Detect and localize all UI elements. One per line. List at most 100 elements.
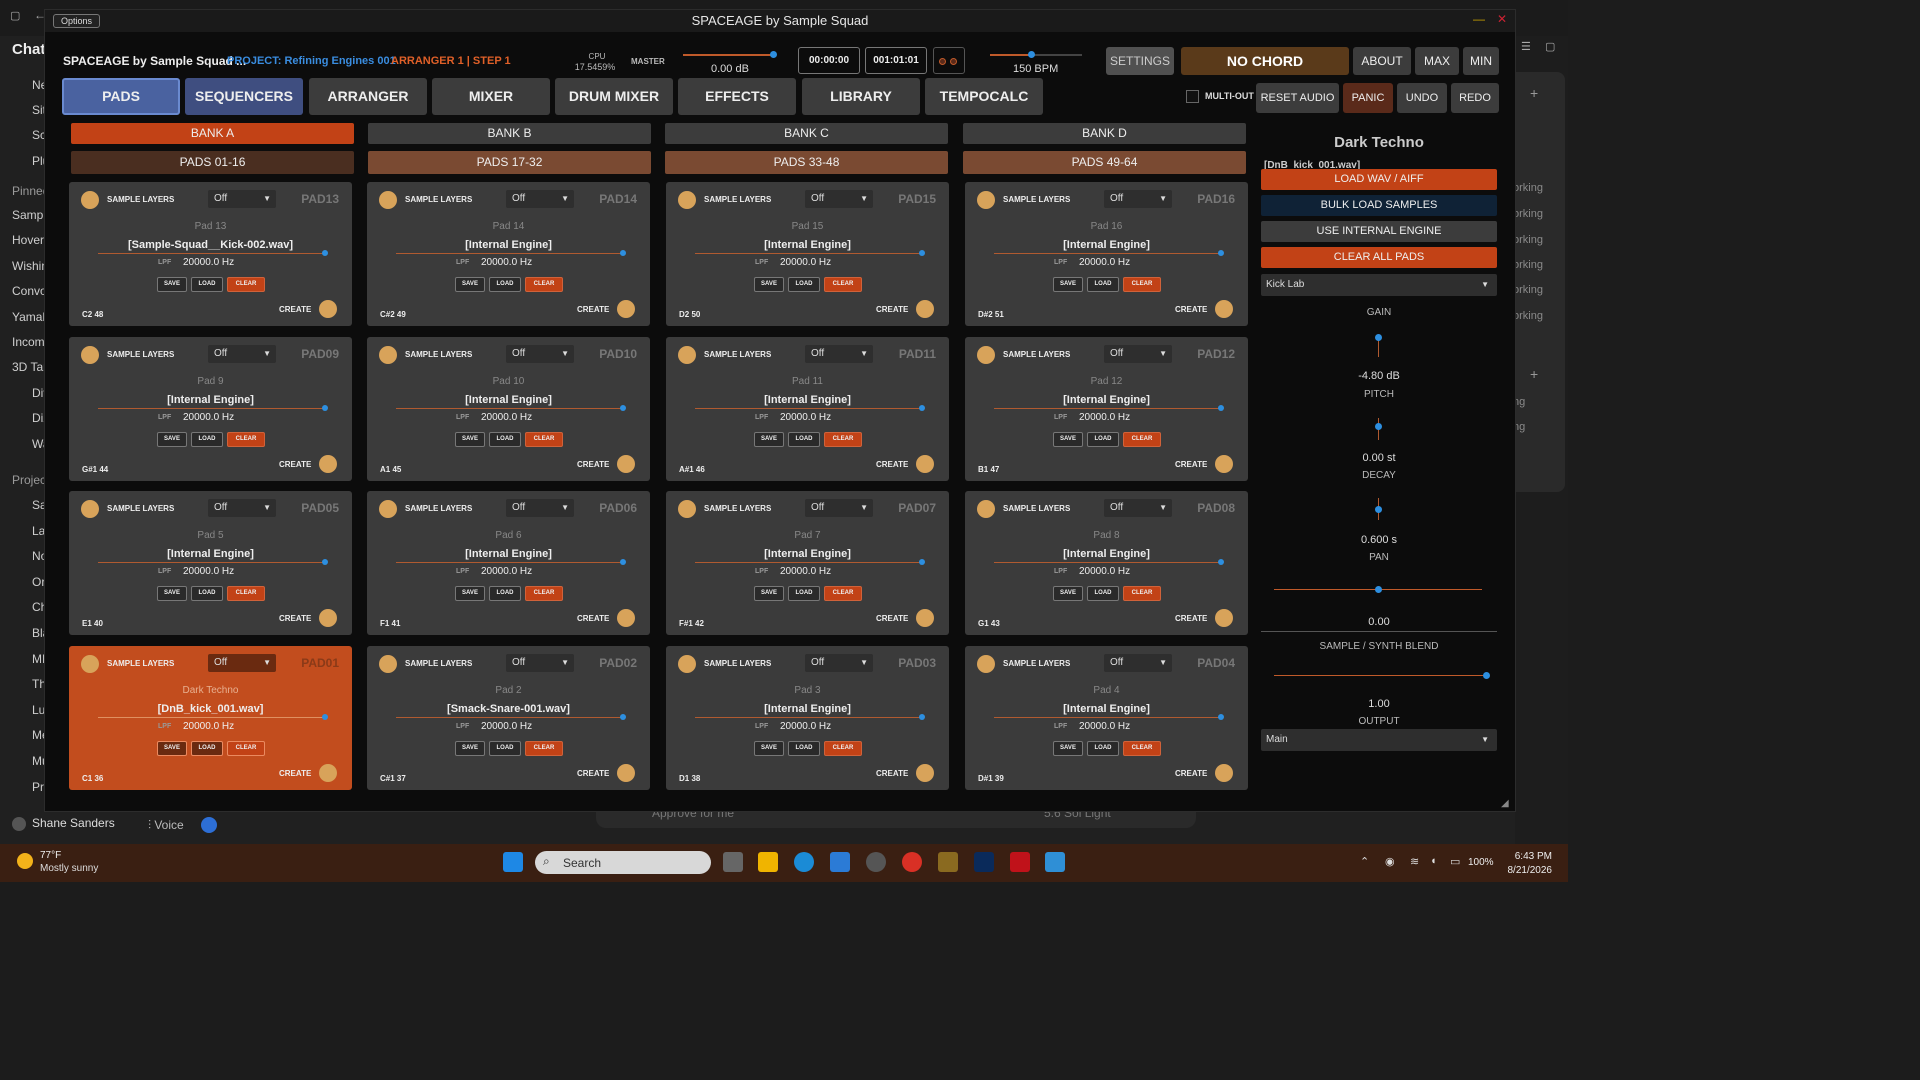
pad-pad16[interactable]: SAMPLE LAYERS Off ▼ PAD16 Pad 16 [Internal En… bbox=[965, 182, 1248, 326]
bpm-slider-knob[interactable] bbox=[1028, 51, 1036, 58]
tab-sequencers[interactable]: SEQUENCERS bbox=[185, 78, 303, 115]
create-button[interactable] bbox=[1215, 455, 1233, 473]
sample-layers-select[interactable]: Off ▼ bbox=[1104, 654, 1172, 672]
sample-layers-select[interactable]: Off ▼ bbox=[506, 499, 574, 517]
pad-pad14[interactable]: SAMPLE LAYERS Off ▼ PAD14 Pad 14 [Internal En… bbox=[367, 182, 650, 326]
save-button[interactable]: SAVE bbox=[455, 741, 485, 756]
load-button[interactable]: LOAD bbox=[788, 277, 820, 292]
save-button[interactable]: SAVE bbox=[157, 741, 187, 756]
lpf-slider[interactable] bbox=[98, 562, 324, 563]
multi-out-checkbox[interactable] bbox=[1186, 90, 1199, 103]
pad-pad04[interactable]: SAMPLE LAYERS Off ▼ PAD04 Pad 4 [Internal Eng… bbox=[965, 646, 1248, 790]
pad-pad08[interactable]: SAMPLE LAYERS Off ▼ PAD08 Pad 8 [Internal Eng… bbox=[965, 491, 1248, 635]
clock-date[interactable]: 8/21/2026 bbox=[1500, 865, 1553, 876]
gain-slider-knob[interactable] bbox=[1375, 334, 1382, 341]
sample-layers-select[interactable]: Off ▼ bbox=[805, 190, 873, 208]
clear-button[interactable]: CLEAR bbox=[525, 741, 563, 756]
lpf-slider[interactable] bbox=[695, 562, 921, 563]
pads-range-1[interactable]: PADS 01-16 bbox=[71, 151, 354, 174]
pan-slider-knob[interactable] bbox=[1375, 586, 1382, 593]
blend-slider[interactable] bbox=[1274, 675, 1486, 676]
sample-layers-toggle[interactable] bbox=[81, 655, 99, 673]
weather-sun-icon[interactable] bbox=[17, 853, 33, 869]
lpf-slider-knob[interactable] bbox=[1218, 250, 1224, 256]
pads-range-4[interactable]: PADS 49-64 bbox=[963, 151, 1246, 174]
lpf-slider-knob[interactable] bbox=[620, 250, 626, 256]
engine-select[interactable]: Kick Lab ▼ bbox=[1261, 274, 1497, 296]
voice-button[interactable] bbox=[201, 817, 217, 833]
voice-label[interactable]: ⫶ Voice bbox=[148, 818, 184, 833]
lpf-slider[interactable] bbox=[695, 717, 921, 718]
pads-range-2[interactable]: PADS 17-32 bbox=[368, 151, 651, 174]
clear-button[interactable]: CLEAR bbox=[1123, 277, 1161, 292]
pads-range-3[interactable]: PADS 33-48 bbox=[665, 151, 948, 174]
sample-layers-select[interactable]: Off ▼ bbox=[208, 499, 276, 517]
sample-layers-select[interactable]: Off ▼ bbox=[506, 345, 574, 363]
create-button[interactable] bbox=[916, 300, 934, 318]
clear-button[interactable]: CLEAR bbox=[824, 432, 862, 447]
load-button[interactable]: LOAD bbox=[191, 741, 223, 756]
add-icon[interactable]: + bbox=[1530, 85, 1538, 101]
save-button[interactable]: SAVE bbox=[157, 432, 187, 447]
sample-layers-select[interactable]: Off ▼ bbox=[208, 345, 276, 363]
clear-button[interactable]: CLEAR bbox=[227, 277, 265, 292]
transport-indicator[interactable] bbox=[933, 47, 965, 74]
pinned-item[interactable]: Hover bbox=[12, 233, 44, 247]
clear-button[interactable]: CLEAR bbox=[227, 586, 265, 601]
save-button[interactable]: SAVE bbox=[157, 586, 187, 601]
pad-pad03[interactable]: SAMPLE LAYERS Off ▼ PAD03 Pad 3 [Internal Eng… bbox=[666, 646, 949, 790]
plugin-app-icon[interactable] bbox=[1045, 852, 1065, 872]
pinned-item[interactable]: Convo bbox=[12, 284, 47, 298]
resize-grip-icon[interactable]: ◢ bbox=[1501, 798, 1509, 809]
photoshop-icon[interactable] bbox=[974, 852, 994, 872]
create-button[interactable] bbox=[617, 300, 635, 318]
lpf-slider[interactable] bbox=[98, 253, 324, 254]
clear-button[interactable]: CLEAR bbox=[525, 432, 563, 447]
lpf-slider[interactable] bbox=[98, 408, 324, 409]
clear-button[interactable]: CLEAR bbox=[227, 741, 265, 756]
battery-icon[interactable]: ▭ bbox=[1450, 855, 1460, 868]
clear-button[interactable]: CLEAR bbox=[1123, 741, 1161, 756]
clear-button[interactable]: CLEAR bbox=[525, 586, 563, 601]
lpf-slider[interactable] bbox=[994, 717, 1220, 718]
lpf-slider-knob[interactable] bbox=[620, 405, 626, 411]
create-button[interactable] bbox=[1215, 609, 1233, 627]
lpf-slider-knob[interactable] bbox=[1218, 405, 1224, 411]
save-button[interactable]: SAVE bbox=[1053, 432, 1083, 447]
pad-pad07[interactable]: SAMPLE LAYERS Off ▼ PAD07 Pad 7 [Internal Eng… bbox=[666, 491, 949, 635]
create-button[interactable] bbox=[319, 609, 337, 627]
load-button[interactable]: LOAD bbox=[489, 586, 521, 601]
lpf-slider[interactable] bbox=[695, 408, 921, 409]
weather-desc[interactable]: Mostly sunny bbox=[40, 863, 98, 874]
save-button[interactable]: SAVE bbox=[754, 277, 784, 292]
lpf-slider-knob[interactable] bbox=[919, 405, 925, 411]
pad-pad09[interactable]: SAMPLE LAYERS Off ▼ PAD09 Pad 9 [Internal Eng… bbox=[69, 337, 352, 481]
close-icon[interactable]: ✕ bbox=[1497, 12, 1507, 26]
sample-layers-select[interactable]: Off ▼ bbox=[208, 190, 276, 208]
master-volume-knob[interactable] bbox=[770, 51, 778, 58]
sample-layers-toggle[interactable] bbox=[678, 191, 696, 209]
about-button[interactable]: ABOUT bbox=[1353, 47, 1411, 75]
clock-time[interactable]: 6:43 PM bbox=[1500, 851, 1552, 862]
vscode-icon[interactable] bbox=[830, 852, 850, 872]
pad-pad12[interactable]: SAMPLE LAYERS Off ▼ PAD12 Pad 12 [Internal En… bbox=[965, 337, 1248, 481]
sample-layers-select[interactable]: Off ▼ bbox=[506, 190, 574, 208]
lpf-slider-knob[interactable] bbox=[620, 714, 626, 720]
load-button[interactable]: LOAD bbox=[1087, 277, 1119, 292]
sample-layers-select[interactable]: Off ▼ bbox=[208, 654, 276, 672]
save-button[interactable]: SAVE bbox=[1053, 586, 1083, 601]
clear-button[interactable]: CLEAR bbox=[525, 277, 563, 292]
lpf-slider[interactable] bbox=[396, 562, 622, 563]
undo-button[interactable]: UNDO bbox=[1397, 83, 1447, 113]
sample-layers-toggle[interactable] bbox=[977, 191, 995, 209]
panel-icon[interactable]: ☰ bbox=[1521, 40, 1531, 53]
load-button[interactable]: LOAD bbox=[1087, 432, 1119, 447]
settings-button[interactable]: SETTINGS bbox=[1106, 47, 1174, 75]
clear-button[interactable]: CLEAR bbox=[1123, 586, 1161, 601]
tab-mixer[interactable]: MIXER bbox=[432, 78, 550, 115]
search-label[interactable]: Search bbox=[563, 856, 601, 870]
tab-drum-mixer[interactable]: DRUM MIXER bbox=[555, 78, 673, 115]
create-button[interactable] bbox=[916, 609, 934, 627]
create-button[interactable] bbox=[916, 455, 934, 473]
chatgpt-icon[interactable] bbox=[866, 852, 886, 872]
